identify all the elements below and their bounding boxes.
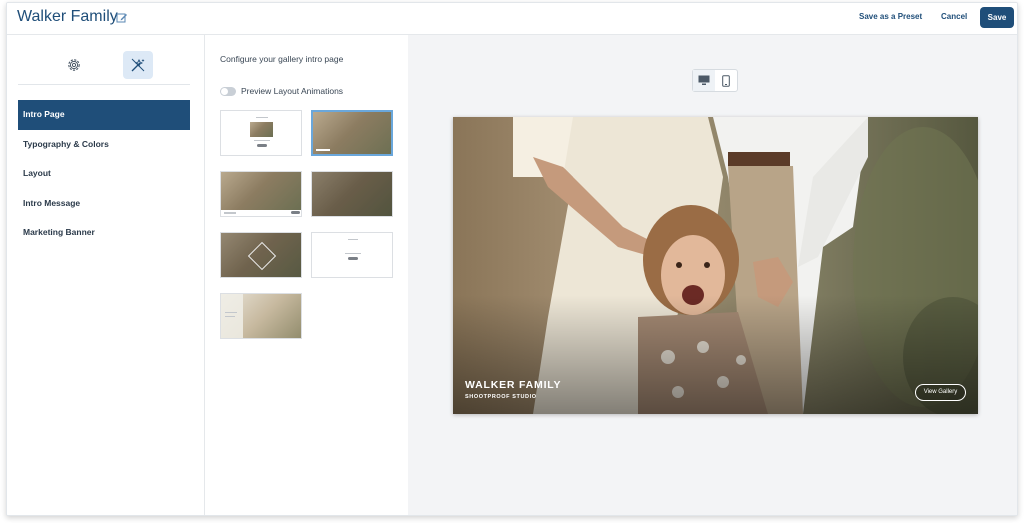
sidebar-item-layout[interactable]: Layout xyxy=(18,159,190,189)
sidebar-item-intro-message[interactable]: Intro Message xyxy=(18,189,190,219)
sidebar-item-typography-colors[interactable]: Typography & Colors xyxy=(18,130,190,160)
preview-area: WALKER FAMILY SHOOTPROOF STUDIO View Gal… xyxy=(408,35,1017,515)
configure-label: Configure your gallery intro page xyxy=(220,54,344,64)
preview-title: WALKER FAMILY xyxy=(465,379,562,391)
preview-animations-toggle[interactable] xyxy=(220,86,236,96)
desktop-icon xyxy=(698,75,710,85)
design-wand-icon xyxy=(131,58,145,72)
sidebar-icon-tabs xyxy=(18,49,190,85)
edit-icon[interactable] xyxy=(116,12,128,24)
save-button[interactable]: Save xyxy=(980,7,1014,28)
toggle-label: Preview Layout Animations xyxy=(241,86,344,96)
layout-thumbnail-4[interactable] xyxy=(311,171,393,217)
layout-thumbnail-5[interactable] xyxy=(220,232,302,278)
save-as-preset-button[interactable]: Save as a Preset xyxy=(859,12,922,21)
sidebar-nav: Intro Page Typography & Colors Layout In… xyxy=(18,100,190,248)
layout-thumbnail-2[interactable] xyxy=(311,110,393,156)
layout-thumbnail-7[interactable] xyxy=(220,293,302,339)
intro-page-preview: WALKER FAMILY SHOOTPROOF STUDIO View Gal… xyxy=(453,117,978,414)
gear-icon xyxy=(68,59,80,71)
top-bar: Walker Family Save as a Preset Cancel Sa… xyxy=(7,3,1017,35)
gallery-title: Walker Family xyxy=(17,8,118,25)
layout-options-panel: Configure your gallery intro page Previe… xyxy=(206,35,407,515)
settings-sidebar: Intro Page Typography & Colors Layout In… xyxy=(7,35,205,515)
mobile-icon xyxy=(722,74,730,87)
layout-thumbnail-3[interactable] xyxy=(220,171,302,217)
app-window: Walker Family Save as a Preset Cancel Sa… xyxy=(6,2,1018,516)
desktop-view-button[interactable] xyxy=(693,70,715,91)
device-toggle xyxy=(692,69,738,92)
hero-photo xyxy=(453,117,978,414)
cancel-button[interactable]: Cancel xyxy=(941,12,967,21)
view-gallery-button[interactable]: View Gallery xyxy=(915,384,966,401)
mobile-view-button[interactable] xyxy=(715,70,737,91)
sidebar-item-intro-page[interactable]: Intro Page xyxy=(18,100,190,130)
preview-animations-row: Preview Layout Animations xyxy=(220,85,343,97)
tab-settings[interactable] xyxy=(59,51,89,79)
preview-subtitle: SHOOTPROOF STUDIO xyxy=(465,394,537,400)
tab-design[interactable] xyxy=(123,51,153,79)
layout-thumbnail-1[interactable] xyxy=(220,110,302,156)
sidebar-item-marketing-banner[interactable]: Marketing Banner xyxy=(18,218,190,248)
layout-thumbnail-6[interactable] xyxy=(311,232,393,278)
